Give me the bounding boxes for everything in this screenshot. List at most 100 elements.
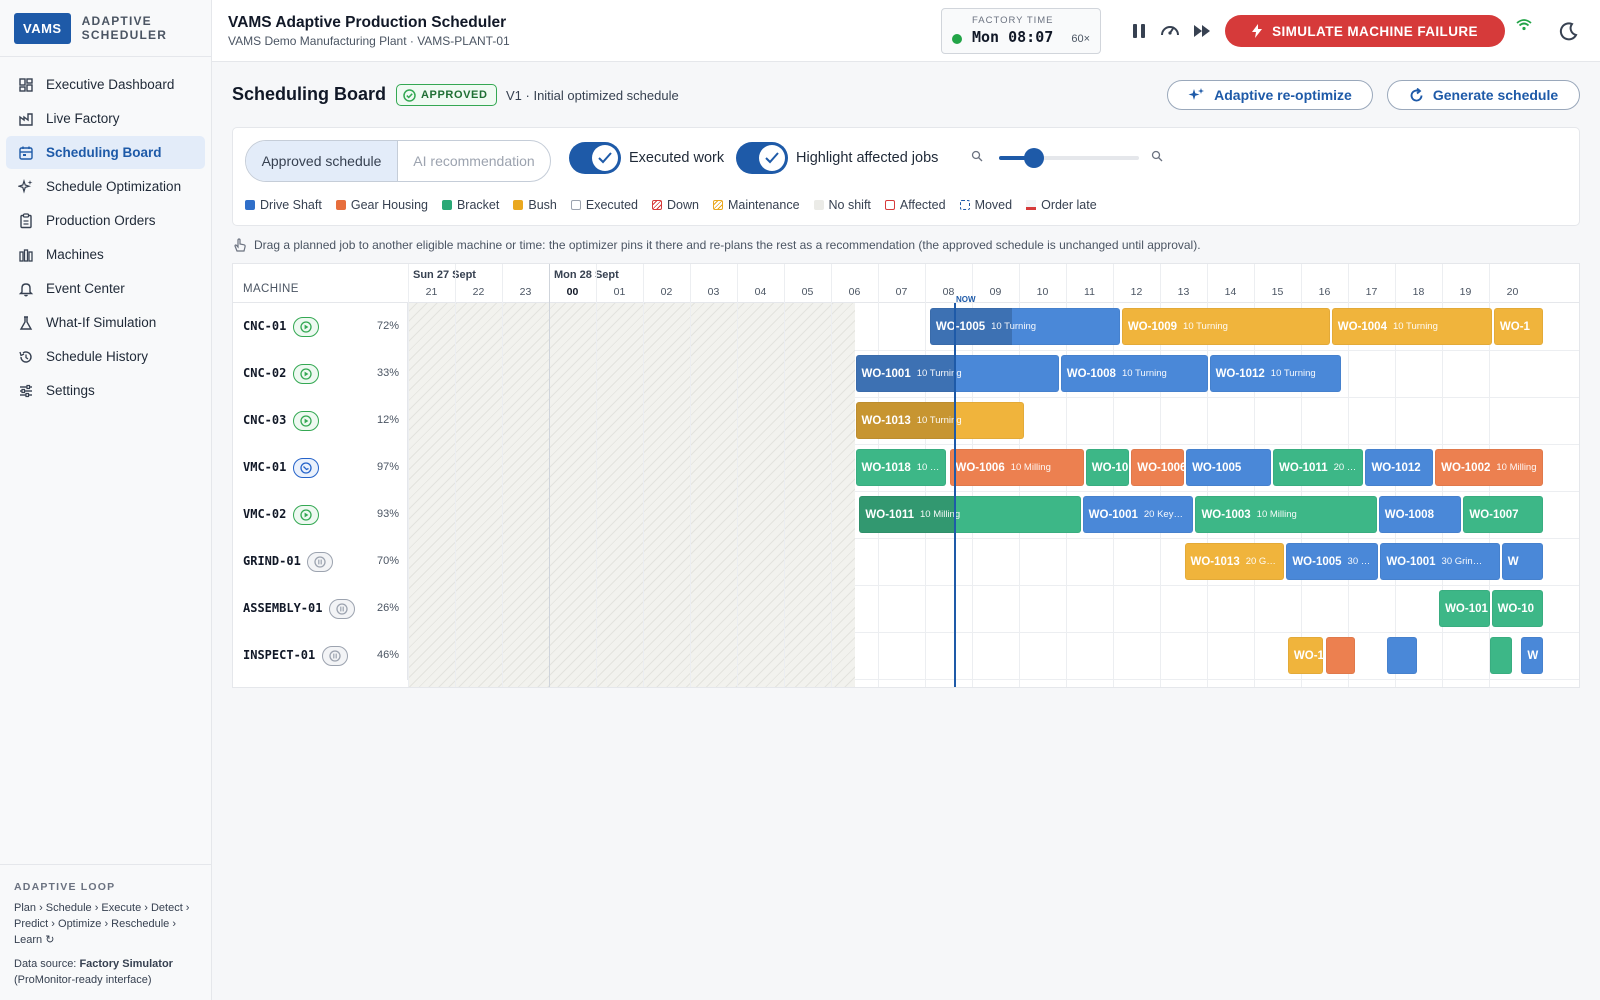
machine-label[interactable]: CNC-02 33% — [233, 350, 408, 398]
brand-text: ADAPTIVE SCHEDULER — [82, 14, 167, 42]
job-bar[interactable]: WO-1001 20 Key… — [1082, 496, 1194, 533]
machine-label[interactable]: ASSEMBLY-01 26% — [233, 585, 408, 633]
sidebar-item-production-orders[interactable]: Production Orders — [6, 204, 205, 237]
job-bar[interactable]: WO-1005 30 … — [1286, 543, 1379, 580]
hour-gridline — [784, 264, 785, 687]
adaptive-reoptimize-button[interactable]: Adaptive re-optimize — [1167, 80, 1373, 110]
clock-status-dot — [952, 34, 962, 44]
hour-gridline — [408, 264, 409, 687]
job-bar[interactable]: WO-1 — [1287, 637, 1324, 674]
pause-button[interactable] — [1128, 20, 1150, 42]
sidebar-item-label: Production Orders — [46, 213, 156, 228]
job-bar[interactable]: WO-1 — [1493, 308, 1543, 345]
machine-status-badge — [307, 552, 334, 572]
moon-icon — [1559, 22, 1578, 41]
sliders-icon — [20, 384, 32, 397]
job-bar[interactable] — [1325, 637, 1355, 674]
brand-logo[interactable]: VAMS — [14, 12, 71, 44]
job-bar[interactable]: WO-1001 30 Grin… — [1380, 543, 1500, 580]
job-bar[interactable]: WO-1012 — [1365, 449, 1434, 486]
fast-forward-button[interactable] — [1191, 20, 1213, 42]
legend-label: Affected — [899, 198, 946, 212]
job-bar[interactable]: WO-1005 — [1186, 449, 1271, 486]
machine-label[interactable]: INSPECT-01 46% — [233, 632, 408, 680]
bracket-swatch — [441, 200, 452, 210]
executed-work-toggle[interactable] — [569, 142, 621, 174]
sidebar-item-executive-dashboard[interactable]: Executive Dashboard — [6, 68, 205, 101]
machine-utilization: 72% — [376, 320, 399, 332]
pause-icon — [1133, 24, 1145, 38]
job-bar[interactable]: WO-10 — [1491, 590, 1543, 627]
job-order: WO-1001 — [861, 367, 911, 380]
job-bar[interactable]: WO-1013 10 Turning — [855, 402, 1025, 439]
job-operation: 10 Turning — [1392, 321, 1438, 332]
job-bar[interactable]: W — [1521, 637, 1543, 674]
machine-utilization: 46% — [376, 649, 399, 661]
sidebar-item-scheduling-board[interactable]: Scheduling Board — [6, 136, 205, 169]
job-bar[interactable]: WO-1011 10 Milling — [859, 496, 1081, 533]
job-bar[interactable] — [1386, 637, 1418, 674]
job-bar[interactable]: WO-1008 10 Turning — [1060, 355, 1208, 392]
job-bar[interactable]: WO-1003 10 Milling — [1195, 496, 1377, 533]
job-bar[interactable]: WO-1012 10 Turning — [1209, 355, 1341, 392]
machine-column-header: MACHINE — [243, 283, 299, 295]
job-bar[interactable]: WO-1001 10 Turning — [855, 355, 1059, 392]
job-bar[interactable]: WO-10 — [1085, 449, 1130, 486]
sidebar-item-settings[interactable]: Settings — [6, 374, 205, 407]
job-bar[interactable]: WO-1007 — [1463, 496, 1543, 533]
machine-status-badge — [292, 364, 319, 384]
job-bar[interactable]: WO-1008 — [1378, 496, 1462, 533]
machine-status-badge — [292, 458, 319, 478]
job-bar[interactable]: WO-101 — [1439, 590, 1490, 627]
executed-swatch — [570, 200, 581, 210]
board-controls: Approved schedule AI recommendation Exec… — [232, 127, 1580, 226]
theme-toggle-button[interactable] — [1557, 20, 1579, 42]
sidebar-item-what-if-simulation[interactable]: What-If Simulation — [6, 306, 205, 339]
ai-recommendation-tab[interactable]: AI recommendation — [398, 141, 550, 181]
job-operation: 20 G… — [1245, 556, 1276, 567]
job-bar[interactable]: WO-1013 20 G… — [1184, 543, 1285, 580]
no-shift-swatch — [813, 200, 824, 210]
zoom-slider[interactable] — [999, 148, 1139, 168]
job-bar[interactable]: WO-1018 10 … — [855, 449, 946, 486]
job-bar[interactable]: WO-1002 10 Milling — [1435, 449, 1543, 486]
highlight-affected-toggle[interactable] — [736, 142, 788, 174]
check-badge-icon — [403, 88, 416, 102]
zoom-out-icon[interactable] — [971, 150, 983, 162]
machine-label[interactable]: VMC-01 97% — [233, 444, 408, 492]
legend-gear-housing: Gear Housing — [335, 198, 428, 212]
zoom-slider-thumb[interactable] — [1024, 148, 1044, 168]
simulate-failure-button[interactable]: SIMULATE MACHINE FAILURE — [1225, 15, 1505, 47]
sidebar-item-machines[interactable]: Machines — [6, 238, 205, 271]
factory-clock: FACTORY TIME Mon 08:07 60× — [941, 8, 1101, 54]
machine-label[interactable]: GRIND-01 70% — [233, 538, 408, 586]
sidebar-item-label: Scheduling Board — [46, 145, 162, 160]
job-bar[interactable]: W — [1501, 543, 1543, 580]
machine-label[interactable]: CNC-01 72% — [233, 303, 408, 351]
machine-utilization: 12% — [376, 414, 399, 426]
machine-label[interactable]: VMC-02 93% — [233, 491, 408, 539]
approved-schedule-tab[interactable]: Approved schedule — [246, 141, 398, 181]
job-bar[interactable]: WO-1006 — [1131, 449, 1185, 486]
job-bar[interactable]: WO-1005 10 Turning — [929, 308, 1120, 345]
job-bar[interactable] — [1490, 637, 1512, 674]
sidebar-item-schedule-history[interactable]: Schedule History — [6, 340, 205, 373]
job-bar[interactable]: WO-1004 10 Turning — [1331, 308, 1492, 345]
job-bar[interactable]: WO-1009 10 Turning — [1121, 308, 1330, 345]
legend-label: Order late — [1041, 198, 1097, 212]
job-bar[interactable]: WO-1006 10 Milling — [949, 449, 1084, 486]
machine-label[interactable]: CNC-03 12% — [233, 397, 408, 445]
job-order: WO-1005 — [1192, 461, 1242, 474]
legend-label: Gear Housing — [350, 198, 428, 212]
job-order: WO-1006 — [955, 461, 1005, 474]
zoom-in-icon[interactable] — [1151, 150, 1163, 162]
job-operation: 10 Turning — [1270, 368, 1316, 379]
job-order: W — [1507, 555, 1519, 568]
job-bar[interactable]: WO-1011 20 … — [1273, 449, 1364, 486]
speed-button[interactable] — [1159, 20, 1181, 42]
generate-schedule-button[interactable]: Generate schedule — [1387, 80, 1580, 110]
sidebar-item-schedule-optimization[interactable]: Schedule Optimization — [6, 170, 205, 203]
sidebar-item-event-center[interactable]: Event Center — [6, 272, 205, 305]
sidebar-item-live-factory[interactable]: Live Factory — [6, 102, 205, 135]
legend-label: Bracket — [456, 198, 500, 212]
